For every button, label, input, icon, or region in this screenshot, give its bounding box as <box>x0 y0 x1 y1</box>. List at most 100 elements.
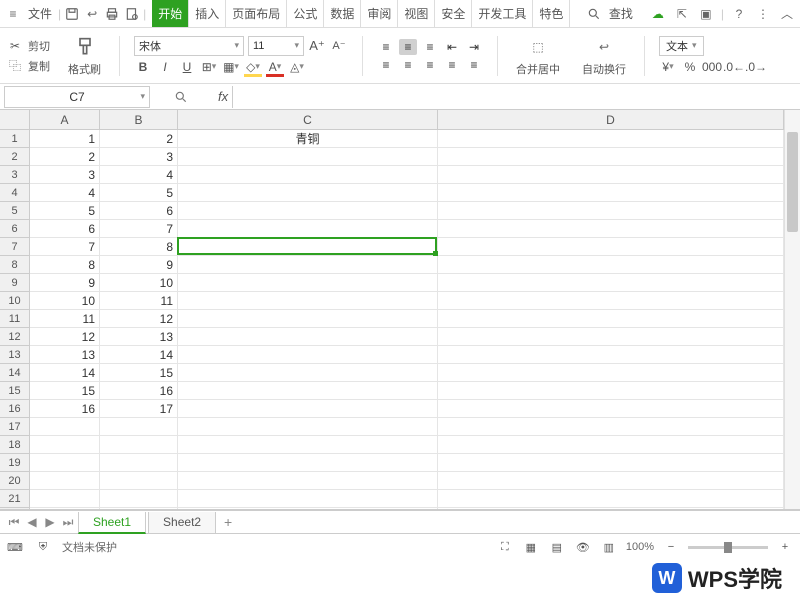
cell[interactable] <box>178 310 438 328</box>
cell[interactable] <box>178 454 438 472</box>
cell[interactable] <box>438 490 784 508</box>
cell[interactable] <box>100 454 178 472</box>
cell[interactable] <box>438 328 784 346</box>
cell[interactable]: 6 <box>30 220 100 238</box>
font-color-button[interactable]: A▾ <box>266 58 284 76</box>
merge-center-button[interactable]: ⬚ 合并居中 <box>512 35 564 77</box>
cell[interactable]: 16 <box>100 382 178 400</box>
cut-label[interactable]: 剪切 <box>28 38 50 54</box>
search-label[interactable]: 查找 <box>609 5 633 22</box>
cell[interactable]: 9 <box>30 274 100 292</box>
row-header[interactable]: 19 <box>0 454 29 472</box>
cell[interactable] <box>178 328 438 346</box>
cell[interactable] <box>100 508 178 510</box>
cell[interactable]: 青铜 <box>178 130 438 148</box>
decimal-increase-icon[interactable]: .0← <box>725 58 743 76</box>
sheet-next-icon[interactable]: ▶ <box>42 514 58 530</box>
col-header-B[interactable]: B <box>100 110 178 129</box>
collapse-ribbon-icon[interactable]: ︿ <box>778 5 796 23</box>
cell[interactable] <box>30 454 100 472</box>
add-sheet-icon[interactable]: + <box>218 514 238 530</box>
name-box[interactable]: C7▾ <box>4 86 150 108</box>
cell[interactable] <box>438 148 784 166</box>
cell[interactable] <box>178 166 438 184</box>
protect-status-label[interactable]: 文档未保护 <box>62 539 117 555</box>
cell[interactable] <box>178 382 438 400</box>
cell[interactable] <box>178 472 438 490</box>
row-header[interactable]: 2 <box>0 148 29 166</box>
save-icon[interactable] <box>63 5 81 23</box>
cell[interactable]: 12 <box>100 310 178 328</box>
cell[interactable] <box>438 310 784 328</box>
cell[interactable] <box>438 130 784 148</box>
row-header[interactable]: 6 <box>0 220 29 238</box>
align-center-icon[interactable]: ≡ <box>399 57 417 73</box>
sheet-tab-2[interactable]: Sheet2 <box>148 512 216 534</box>
print-icon[interactable] <box>103 5 121 23</box>
cell[interactable] <box>100 490 178 508</box>
cell[interactable] <box>438 220 784 238</box>
zoom-in-icon[interactable]: + <box>776 538 794 556</box>
row-header[interactable]: 8 <box>0 256 29 274</box>
tab-review[interactable]: 审阅 <box>361 0 398 27</box>
zoom-formula-icon[interactable] <box>174 90 188 104</box>
cell[interactable] <box>30 436 100 454</box>
cell[interactable]: 7 <box>30 238 100 256</box>
cell[interactable] <box>438 166 784 184</box>
indent-decrease-icon[interactable]: ⇤ <box>443 39 461 55</box>
cell[interactable] <box>438 472 784 490</box>
cell[interactable] <box>438 364 784 382</box>
cell[interactable]: 5 <box>30 202 100 220</box>
cell[interactable] <box>100 436 178 454</box>
cell[interactable] <box>178 184 438 202</box>
col-header-C[interactable]: C <box>178 110 438 129</box>
sheet-prev-icon[interactable]: ◀ <box>24 514 40 530</box>
row-header[interactable]: 16 <box>0 400 29 418</box>
font-size-select[interactable]: 11▾ <box>248 36 304 56</box>
row-header[interactable]: 7 <box>0 238 29 256</box>
cell[interactable] <box>438 184 784 202</box>
row-header[interactable]: 14 <box>0 364 29 382</box>
align-left-icon[interactable]: ≡ <box>377 57 395 73</box>
row-header[interactable]: 10 <box>0 292 29 310</box>
cell[interactable]: 15 <box>30 382 100 400</box>
cell[interactable] <box>178 238 438 256</box>
cell[interactable]: 15 <box>100 364 178 382</box>
align-justify-icon[interactable]: ≡ <box>443 57 461 73</box>
select-all-corner[interactable] <box>0 110 30 130</box>
col-header-A[interactable]: A <box>30 110 100 129</box>
indent-increase-icon[interactable]: ⇥ <box>465 39 483 55</box>
cell[interactable] <box>438 238 784 256</box>
cell[interactable] <box>100 472 178 490</box>
input-mode-icon[interactable]: ⌨ <box>6 538 24 556</box>
row-header[interactable]: 18 <box>0 436 29 454</box>
cell[interactable]: 13 <box>100 328 178 346</box>
tab-features[interactable]: 特色 <box>533 0 570 27</box>
row-header[interactable]: 15 <box>0 382 29 400</box>
cells-area[interactable]: 12青铜233445566778899101011111212131314141… <box>30 130 784 509</box>
tab-insert[interactable]: 插入 <box>189 0 226 27</box>
hamburger-icon[interactable]: ≡ <box>4 5 22 23</box>
col-header-D[interactable]: D <box>438 110 784 129</box>
tab-devtools[interactable]: 开发工具 <box>472 0 533 27</box>
tab-view[interactable]: 视图 <box>398 0 435 27</box>
formula-input[interactable] <box>232 86 800 108</box>
cell[interactable]: 10 <box>100 274 178 292</box>
row-header[interactable]: 5 <box>0 202 29 220</box>
cell[interactable]: 2 <box>30 148 100 166</box>
align-right-icon[interactable]: ≡ <box>421 57 439 73</box>
align-top-icon[interactable]: ≡ <box>377 39 395 55</box>
align-middle-icon[interactable]: ≡ <box>399 39 417 55</box>
cell[interactable]: 7 <box>100 220 178 238</box>
border-button[interactable]: ⊞▾ <box>200 58 218 76</box>
tab-formula[interactable]: 公式 <box>287 0 324 27</box>
row-header[interactable]: 20 <box>0 472 29 490</box>
cell[interactable] <box>178 292 438 310</box>
cell[interactable] <box>438 346 784 364</box>
cell[interactable]: 9 <box>100 256 178 274</box>
search-icon[interactable] <box>585 5 603 23</box>
cell[interactable]: 2 <box>100 130 178 148</box>
row-header[interactable]: 3 <box>0 166 29 184</box>
fx-icon[interactable]: fx <box>218 89 228 104</box>
vertical-scrollbar[interactable] <box>784 110 800 509</box>
